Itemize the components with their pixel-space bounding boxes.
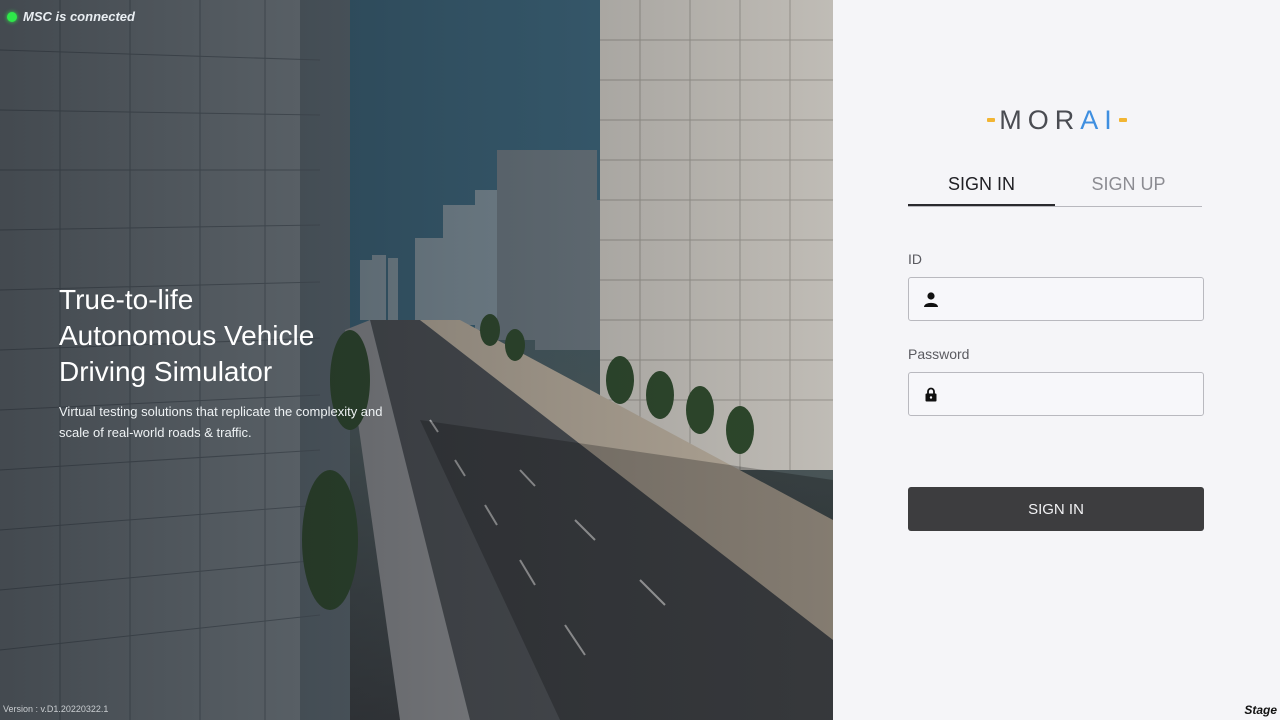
tab-sign-up[interactable]: SIGN UP: [1055, 168, 1202, 206]
user-icon: [923, 291, 939, 307]
tab-sign-in[interactable]: SIGN IN: [908, 168, 1055, 206]
connection-status: MSC is connected: [7, 9, 135, 24]
version-label: Version : v.D1.20220322.1: [3, 704, 109, 714]
auth-tabs: SIGN IN SIGN UP: [908, 168, 1202, 207]
headline-line: Autonomous Vehicle: [59, 320, 315, 351]
headline-line: Driving Simulator: [59, 356, 273, 387]
password-input[interactable]: [949, 373, 1203, 415]
hero-panel: MSC is connected True-to-life Autonomous…: [0, 0, 833, 720]
lock-icon: [923, 386, 939, 402]
logo-wordmark: MORAI: [999, 105, 1118, 136]
id-field[interactable]: [908, 277, 1204, 321]
status-dot-icon: [7, 11, 17, 22]
sign-in-button[interactable]: SIGN IN: [908, 487, 1204, 531]
logo-text-accent: AI: [1080, 104, 1118, 135]
signin-panel: MORAI SIGN IN SIGN UP ID Password SIGN I…: [833, 0, 1280, 720]
logo-bar-right: [1118, 118, 1127, 122]
logo-bar-left: [987, 118, 996, 122]
password-label: Password: [908, 346, 970, 362]
headline-line: True-to-life: [59, 284, 194, 315]
hero-subtext: Virtual testing solutions that replicate…: [59, 404, 383, 440]
morai-logo: MORAI: [987, 104, 1127, 136]
id-input[interactable]: [949, 278, 1203, 320]
hero-headline: True-to-life Autonomous Vehicle Driving …: [59, 282, 314, 390]
status-text: MSC is connected: [23, 9, 135, 24]
password-field[interactable]: [908, 372, 1204, 416]
logo-text-prefix: MOR: [999, 104, 1081, 135]
id-label: ID: [908, 251, 922, 267]
environment-label: Stage: [1244, 703, 1277, 717]
